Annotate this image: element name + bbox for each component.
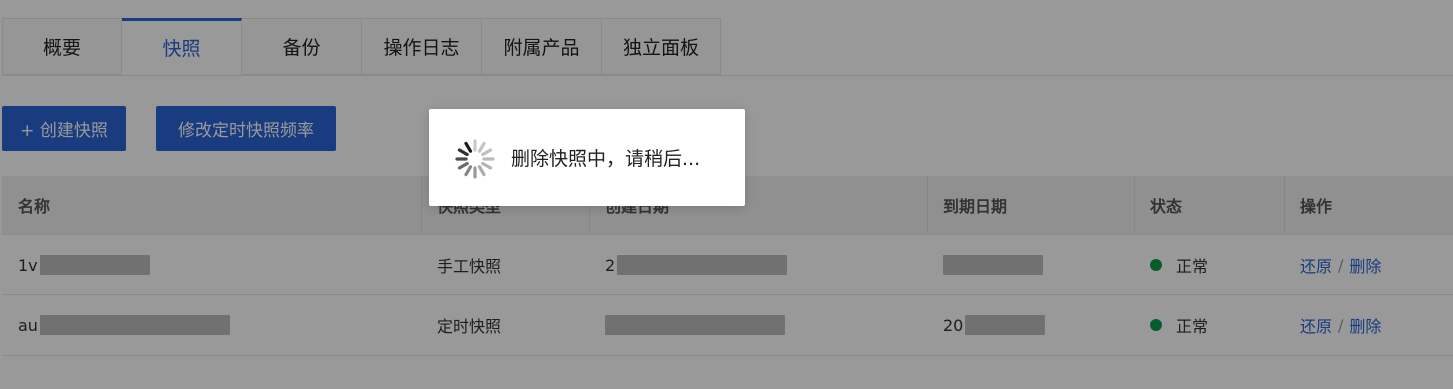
loading-message: 删除快照中，请稍后... bbox=[511, 148, 701, 170]
snapshot-page: 概要 快照 备份 操作日志 附属产品 独立面板 + 创建快照 修改定时快照频率 … bbox=[0, 0, 1453, 389]
spinner-icon bbox=[455, 139, 495, 179]
loading-dialog: 删除快照中，请稍后... bbox=[429, 109, 745, 206]
